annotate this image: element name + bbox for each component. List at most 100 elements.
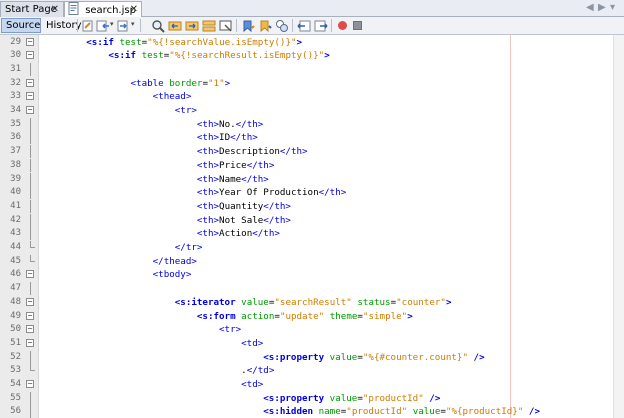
code-line[interactable]: 53 .</td>	[0, 364, 612, 377]
code-line[interactable]: 54− <td>	[0, 378, 612, 391]
code-line[interactable]: 31	[0, 62, 612, 76]
prev-bookmark-icon[interactable]	[241, 19, 255, 33]
fold-collapse-icon[interactable]: −	[26, 92, 34, 101]
forward-icon[interactable]	[117, 19, 131, 33]
code-editor[interactable]: 29− <s:if test="%{!searchValue.isEmpty()…	[0, 35, 624, 418]
code-line[interactable]: 35 <th>No.</th>	[0, 117, 612, 131]
fold-collapse-icon[interactable]: −	[26, 78, 34, 87]
jsp-file-icon	[68, 2, 79, 15]
code-line[interactable]: 48− <s:iterator value="searchResult" sta…	[0, 296, 612, 309]
code-text: <th>ID</th>	[42, 131, 258, 144]
fold-collapse-icon[interactable]: −	[26, 37, 34, 46]
code-token: <s:form	[196, 310, 236, 322]
shift-left-icon[interactable]	[297, 19, 311, 33]
code-token: <thead>	[152, 91, 192, 103]
fold-collapse-icon[interactable]: −	[26, 380, 34, 388]
code-line[interactable]: 34− <tr>	[0, 104, 612, 117]
find-icon[interactable]	[151, 19, 165, 33]
code-line[interactable]: 30− <s:if test="%{!searchResult.isEmpty(…	[0, 49, 612, 62]
code-token: </th>	[263, 214, 291, 226]
code-line[interactable]: 47	[0, 282, 612, 296]
close-icon[interactable]: ✕	[130, 2, 138, 17]
tab-search-jsp[interactable]: search.jsp ✕	[64, 1, 142, 18]
tab-list-icon[interactable]: ▾	[610, 2, 620, 14]
close-icon[interactable]: ✕	[51, 2, 59, 17]
fold-collapse-icon[interactable]: −	[26, 338, 34, 347]
code-line[interactable]: 55 <s:property value="productId" />	[0, 391, 612, 405]
stop-macro-icon[interactable]	[353, 21, 362, 30]
code-text: <th>No.</th>	[42, 118, 263, 131]
fold-guide	[30, 282, 31, 296]
find-selection-icon[interactable]	[202, 19, 216, 33]
code-text: <s:property value="%{#counter.count}" />	[42, 351, 484, 364]
fold-collapse-icon[interactable]: −	[26, 51, 34, 60]
code-line[interactable]: 32− <table border="1">	[0, 77, 612, 90]
code-line[interactable]: 52 <s:property value="%{#counter.count}"…	[0, 350, 612, 364]
code-line[interactable]: 33− <thead>	[0, 90, 612, 103]
code-text: <thead>	[42, 90, 192, 103]
code-line[interactable]: 46− <tbody>	[0, 268, 612, 281]
code-line[interactable]: 49− <s:form action="update" theme="simpl…	[0, 310, 612, 323]
last-edit-icon[interactable]	[81, 19, 95, 33]
fold-collapse-icon[interactable]: −	[26, 325, 34, 334]
code-line[interactable]: 42 <th>Not Sale</th>	[0, 213, 612, 227]
fold-collapse-icon[interactable]: −	[26, 106, 34, 114]
code-line[interactable]: 39 <th>Name</th>	[0, 172, 612, 186]
fold-collapse-icon[interactable]: −	[26, 297, 34, 306]
toolbar-divider	[236, 19, 237, 32]
code-line[interactable]: 50− <tr>	[0, 323, 612, 336]
next-bookmark-icon[interactable]	[258, 19, 272, 33]
find-next-icon[interactable]	[185, 19, 199, 33]
line-number: 29	[10, 36, 21, 47]
code-token: Price	[219, 159, 247, 171]
code-token: >	[296, 36, 303, 48]
source-button[interactable]: Source	[1, 18, 41, 33]
back-icon[interactable]	[96, 19, 110, 33]
scroll-left-icon[interactable]: ◀	[586, 2, 596, 14]
code-text: <s:iterator value="searchResult" status=…	[42, 296, 452, 309]
editor-toolbar: Source History ▾ ▾	[0, 17, 624, 35]
code-line[interactable]: 29− <s:if test="%{!searchValue.isEmpty()…	[0, 36, 612, 49]
code-token: <th>	[196, 228, 220, 240]
code-line[interactable]: 40 <th>Year Of Production</th>	[0, 186, 612, 200]
code-line[interactable]: 44 </tr>	[0, 241, 612, 254]
code-text: <th>Price</th>	[42, 159, 274, 172]
chevron-down-icon[interactable]: ▾	[131, 20, 135, 28]
line-number: 47	[10, 283, 21, 294]
code-token: </th>	[263, 200, 291, 212]
fold-guide	[30, 213, 31, 227]
line-number: 43	[10, 228, 21, 239]
scroll-right-icon[interactable]: ▶	[598, 2, 608, 14]
code-line[interactable]: 43 <th>Action</th>	[0, 227, 612, 241]
code-text: <s:if test="%{!searchResult.isEmpty()}">	[42, 49, 329, 62]
chevron-down-icon[interactable]: ▾	[110, 20, 114, 28]
code-token: value	[241, 296, 269, 308]
code-line[interactable]: 36 <th>ID</th>	[0, 131, 612, 145]
start-macro-icon[interactable]	[338, 21, 347, 30]
code-token: test	[119, 36, 142, 48]
history-button[interactable]: History	[41, 18, 82, 33]
code-text: <s:hidden name="productId" value="%{prod…	[42, 405, 540, 418]
toggle-highlight-icon[interactable]	[219, 19, 233, 33]
fold-collapse-icon[interactable]: −	[26, 311, 34, 320]
toggle-bookmark-icon[interactable]	[275, 19, 289, 33]
code-line[interactable]: 38 <th>Price</th>	[0, 158, 612, 172]
code-line[interactable]: 45 </thead>	[0, 254, 612, 268]
code-line[interactable]: 37 <th>Description</th>	[0, 145, 612, 159]
code-text: .</td>	[42, 364, 274, 377]
vertical-scrollbar[interactable]	[613, 35, 624, 418]
code-line[interactable]: 51− <td>	[0, 337, 612, 350]
code-token: >	[445, 296, 452, 308]
fold-collapse-icon[interactable]: −	[26, 270, 34, 279]
code-line[interactable]: 41 <th>Quantity</th>	[0, 199, 612, 213]
line-number: 30	[10, 50, 21, 61]
find-prev-icon[interactable]	[168, 19, 182, 33]
shift-right-icon[interactable]	[314, 19, 328, 33]
tab-start-page[interactable]: Start Page ✕	[0, 1, 64, 17]
code-line[interactable]: 56 <s:hidden name="productId" value="%{p…	[0, 405, 612, 418]
fold-guide	[30, 145, 31, 159]
code-token: </th>	[252, 228, 280, 240]
